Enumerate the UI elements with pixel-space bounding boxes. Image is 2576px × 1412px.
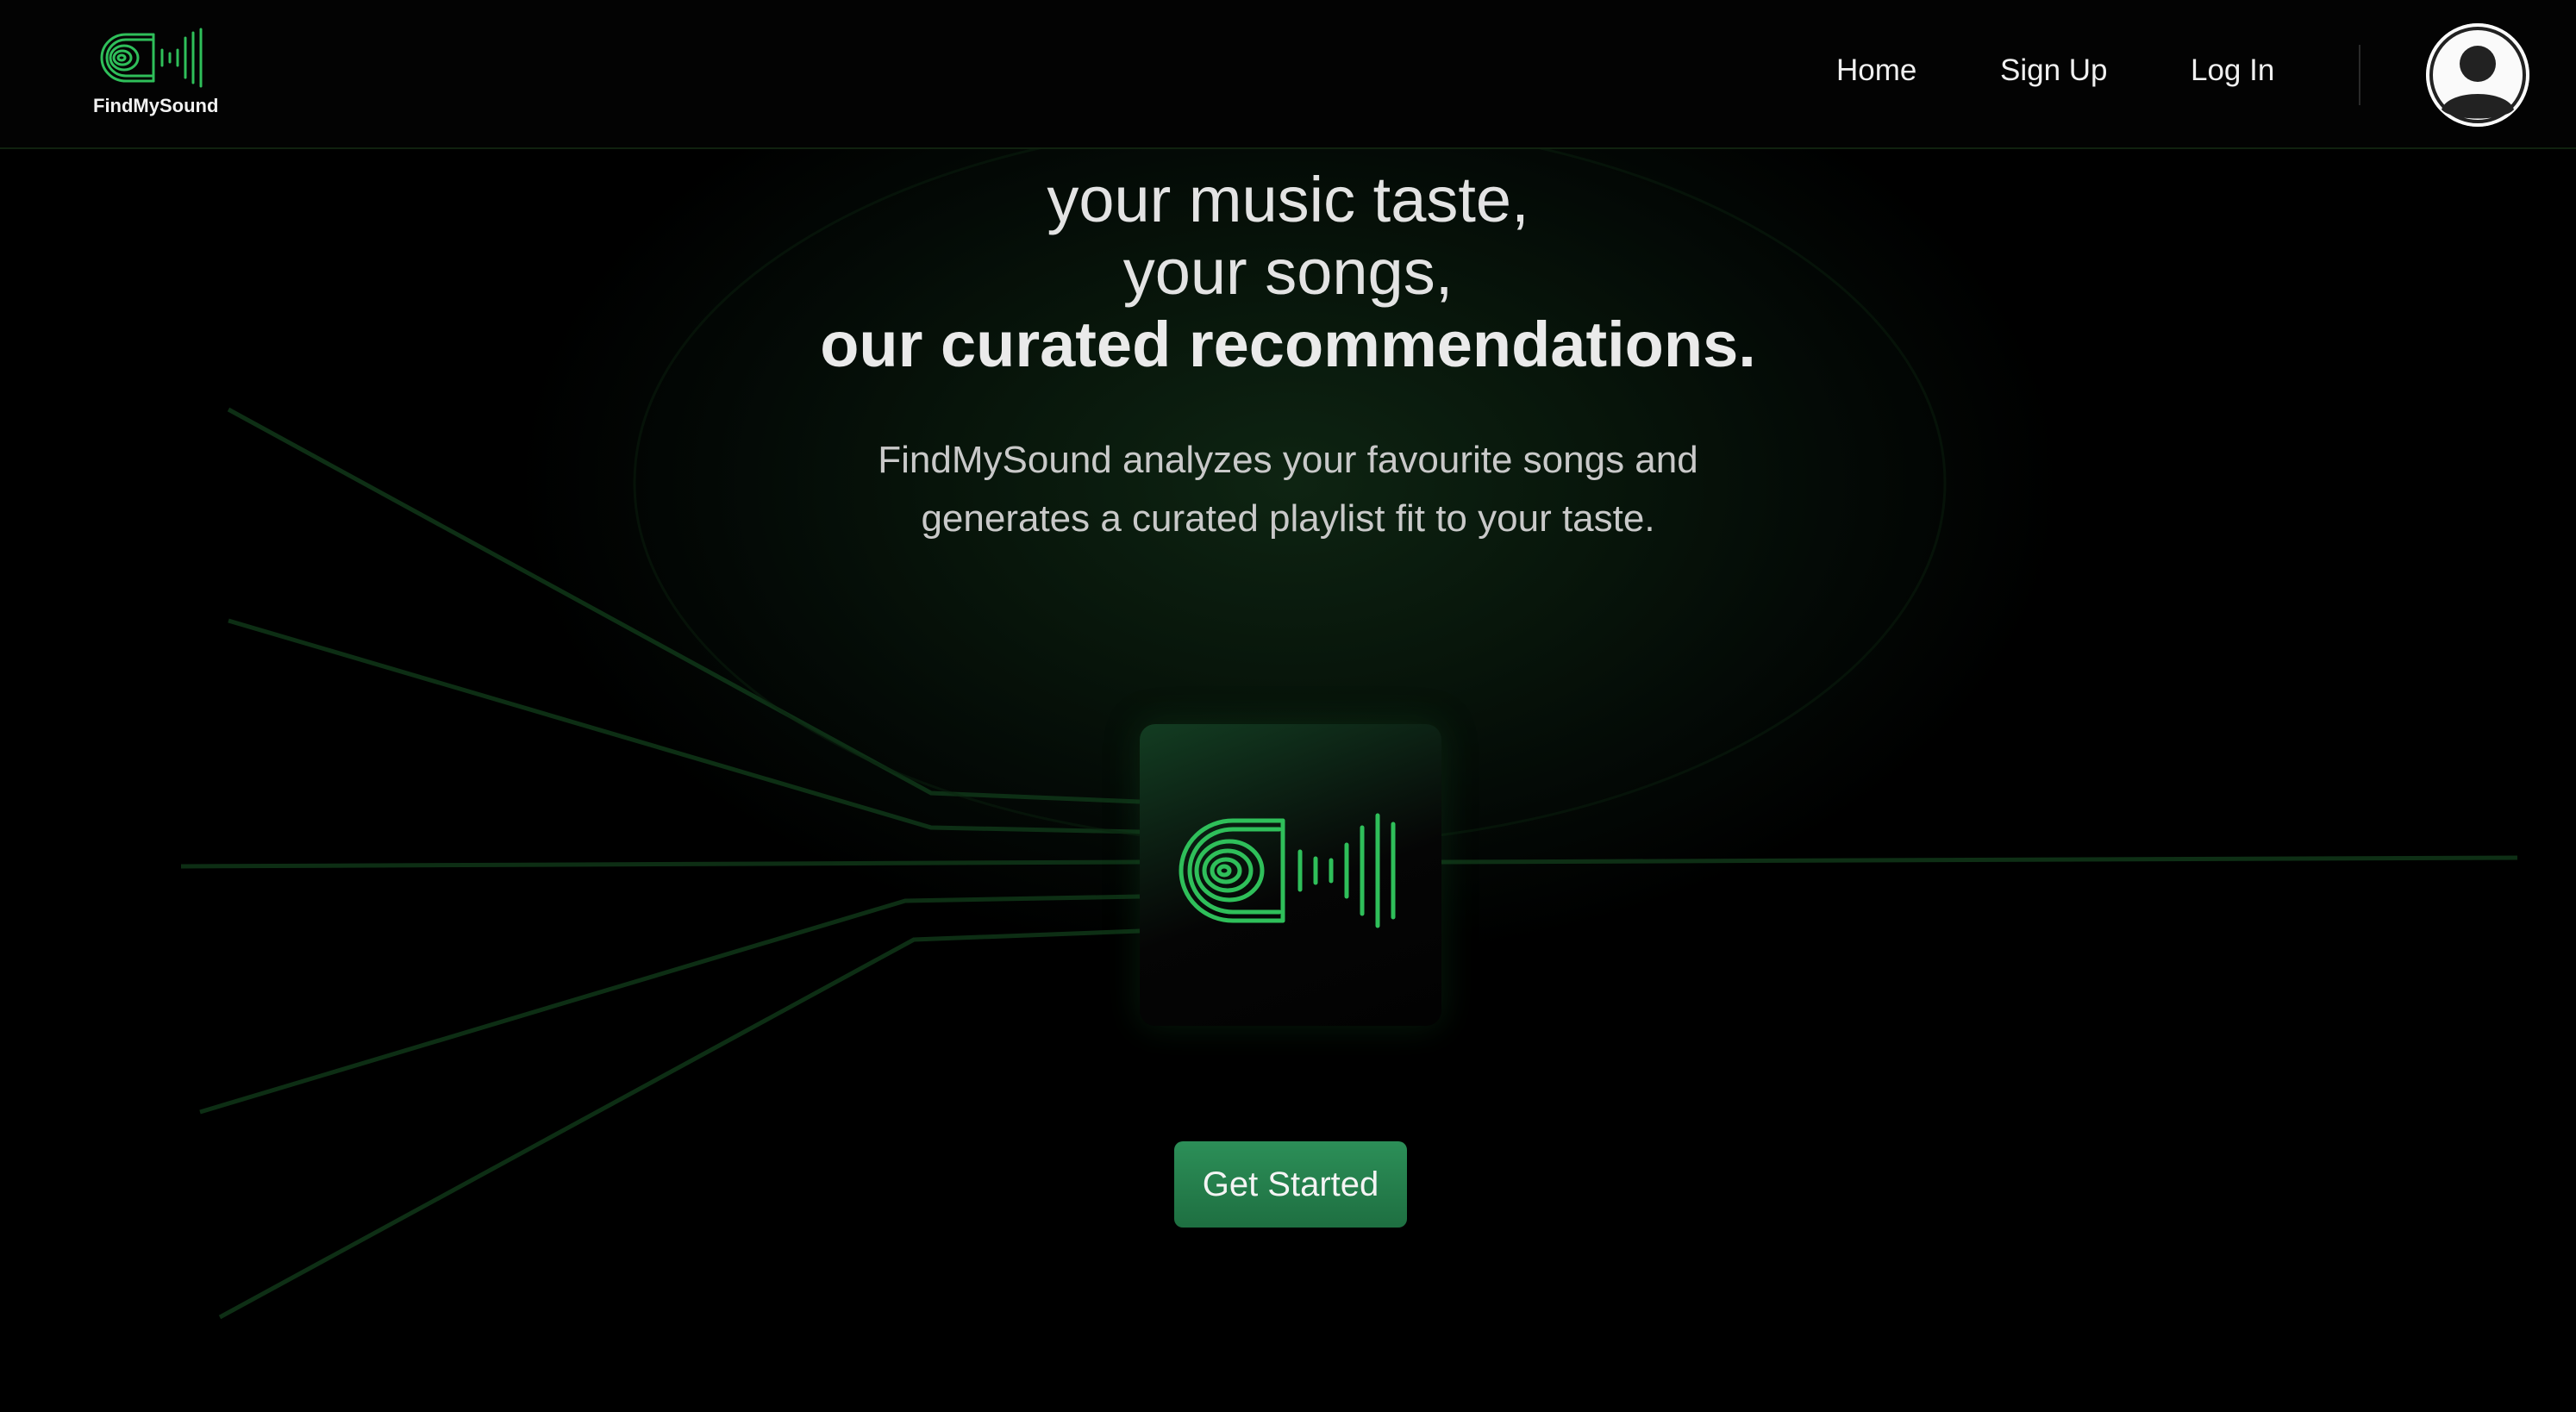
hero-line-1: your music taste, <box>1047 164 1529 235</box>
user-avatar-button[interactable] <box>2426 23 2529 127</box>
hero-description-line-2: generates a curated playlist fit to your… <box>921 497 1655 540</box>
hero-description-line-1: FindMySound analyzes your favourite song… <box>878 439 1698 481</box>
user-avatar-icon <box>2426 23 2529 127</box>
logo-card <box>1140 724 1441 1026</box>
fingerprint-soundwave-logo-large <box>1179 813 1396 928</box>
fingerprint-soundwave-logo <box>100 28 203 88</box>
nav-signup-link[interactable]: Sign Up <box>2000 53 2108 88</box>
hero-section: your music taste, your songs, our curate… <box>0 164 2576 548</box>
nav-home-link[interactable]: Home <box>1836 53 1916 88</box>
hero-line-2: your songs, <box>1122 236 1454 308</box>
hero-description: FindMySound analyzes your favourite song… <box>814 431 1762 548</box>
nav-login-link[interactable]: Log In <box>2191 53 2274 88</box>
brand[interactable]: FindMySound <box>86 26 233 121</box>
nav-divider <box>2359 45 2360 105</box>
page: FindMySound Home Sign Up Log In your mus… <box>0 0 2576 1412</box>
brand-name: FindMySound <box>93 95 219 116</box>
hero-headline: our curated recommendations. <box>820 309 1756 380</box>
get-started-button[interactable]: Get Started <box>1174 1141 1407 1228</box>
top-nav-bar: FindMySound Home Sign Up Log In <box>0 0 2576 149</box>
